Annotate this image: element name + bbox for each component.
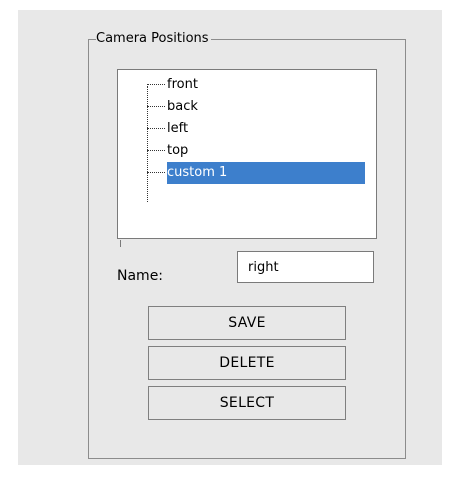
tree-item-custom-1[interactable]: custom 1 [147,162,365,184]
tree-branch-line [147,150,165,151]
tree-item-top[interactable]: top [147,140,365,162]
tree-item-label: front [167,77,198,92]
select-button[interactable]: SELECT [148,386,346,420]
tree-branch-line [147,128,165,129]
delete-button[interactable]: DELETE [148,346,346,380]
tree-branch-line [147,172,165,173]
tree-item-back[interactable]: back [147,96,365,118]
tree-branch-line [147,106,165,107]
camera-panel: Camera Positions front back left top cus… [18,10,442,465]
tree-item-label: back [167,99,198,114]
name-input[interactable] [237,251,374,283]
group-title: Camera Positions [96,31,211,47]
tree-item-label: left [167,121,189,136]
name-label: Name: [117,268,164,284]
save-button[interactable]: SAVE [148,306,346,340]
tree-branch-line [147,84,165,85]
tree-item-label: top [167,143,189,158]
tree-item-label: custom 1 [167,162,365,184]
tree-item-front[interactable]: front [147,74,365,96]
tree-resize-tick [120,240,121,247]
tree-item-left[interactable]: left [147,118,365,140]
camera-positions-tree[interactable]: front back left top custom 1 [117,69,377,247]
